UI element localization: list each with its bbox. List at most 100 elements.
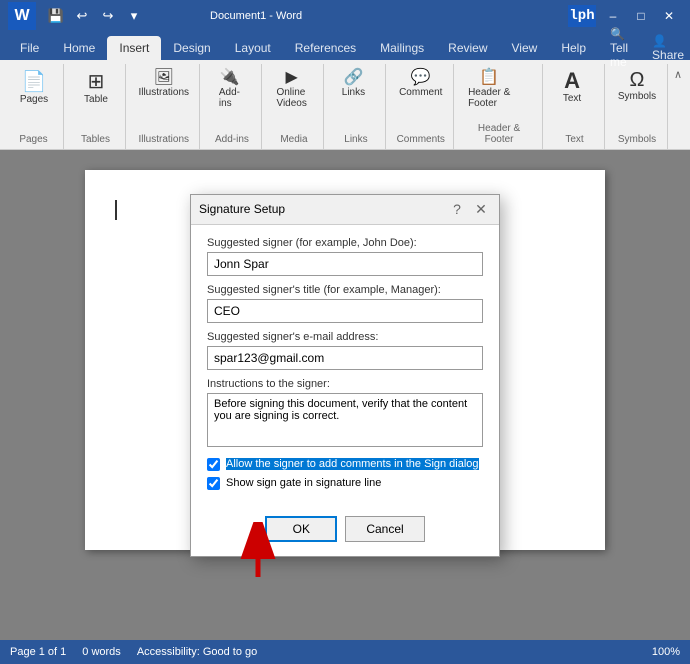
ribbon-group-header-footer-items: 📋 Header &Footer bbox=[464, 64, 534, 121]
ribbon-group-text-items: A Text bbox=[553, 64, 596, 132]
tab-help[interactable]: Help bbox=[549, 36, 598, 60]
customize-qat-icon[interactable]: ▾ bbox=[124, 6, 144, 26]
pages-button[interactable]: 📄 Pages bbox=[12, 68, 56, 109]
text-icon: A bbox=[564, 70, 580, 92]
online-videos-button[interactable]: ▶ OnlineVideos bbox=[272, 68, 310, 111]
ribbon-group-comments: 💬 Comment Comments bbox=[388, 64, 454, 149]
links-icon: 🔗 bbox=[343, 70, 363, 86]
ribbon-group-media: ▶ OnlineVideos Media bbox=[264, 64, 324, 149]
status-bar: Page 1 of 1 0 words Accessibility: Good … bbox=[0, 640, 690, 664]
minimize-button[interactable]: – bbox=[600, 6, 626, 26]
text-group-label: Text bbox=[553, 132, 596, 145]
undo-qat-icon[interactable]: ↩ bbox=[72, 6, 92, 26]
allow-comments-highlight-text: Allow the signer to add comments in the … bbox=[226, 458, 479, 470]
ribbon-group-illustrations-items: 🖼 Illustrations bbox=[136, 64, 191, 132]
email-field-group: Suggested signer's e-mail address: bbox=[207, 331, 483, 370]
ribbon-group-text: A Text Text bbox=[545, 64, 605, 149]
title-bar: W 💾 ↩ ↪ ▾ Document1 - Word lph – □ ✕ bbox=[0, 0, 690, 32]
signature-setup-dialog: Signature Setup ? ✕ Suggested signer (fo… bbox=[190, 194, 500, 557]
signer-field-group: Suggested signer (for example, John Doe)… bbox=[207, 237, 483, 276]
maximize-button[interactable]: □ bbox=[628, 6, 654, 26]
links-button[interactable]: 🔗 Links bbox=[334, 68, 372, 100]
zoom-level: 100% bbox=[652, 646, 680, 658]
allow-comments-label: Allow the signer to add comments in the … bbox=[226, 458, 479, 470]
tab-file[interactable]: File bbox=[8, 36, 51, 60]
comments-group-label: Comments bbox=[396, 132, 445, 145]
window-controls: – □ ✕ bbox=[600, 6, 682, 26]
dialog-close-button[interactable]: ✕ bbox=[471, 199, 491, 219]
accessibility-status: Accessibility: Good to go bbox=[137, 646, 257, 658]
title-bar-left: W 💾 ↩ ↪ ▾ Document1 - Word bbox=[8, 2, 302, 30]
ribbon-group-links: 🔗 Links Links bbox=[326, 64, 386, 149]
illustrations-label: Illustrations bbox=[138, 87, 189, 98]
redo-qat-icon[interactable]: ↪ bbox=[98, 6, 118, 26]
comment-button[interactable]: 💬 Comment bbox=[396, 68, 445, 100]
title-input[interactable] bbox=[207, 299, 483, 323]
table-button[interactable]: ⊞ Table bbox=[74, 68, 118, 109]
word-logo: W bbox=[8, 2, 36, 30]
tab-view[interactable]: View bbox=[500, 36, 550, 60]
page-info: Page 1 of 1 bbox=[10, 646, 66, 658]
instructions-field-group: Instructions to the signer: Before signi… bbox=[207, 378, 483, 450]
online-videos-label: OnlineVideos bbox=[276, 87, 306, 109]
ribbon-group-tables: ⊞ Table Tables bbox=[66, 64, 126, 149]
addins-icon: 🔌 bbox=[219, 70, 239, 86]
addins-button[interactable]: 🔌 Add-ins bbox=[210, 68, 248, 111]
tab-tell-me[interactable]: 🔍 Tell me bbox=[598, 36, 640, 60]
ribbon-group-pages: 📄 Pages Pages bbox=[4, 64, 64, 149]
dialog-help-button[interactable]: ? bbox=[447, 199, 467, 219]
instructions-label: Instructions to the signer: bbox=[207, 378, 483, 390]
header-footer-button[interactable]: 📋 Header &Footer bbox=[464, 68, 514, 111]
email-input[interactable] bbox=[207, 346, 483, 370]
tab-layout[interactable]: Layout bbox=[223, 36, 283, 60]
ribbon-group-addins-items: 🔌 Add-ins bbox=[210, 64, 253, 132]
signer-label: Suggested signer (for example, John Doe)… bbox=[207, 237, 483, 249]
document-area: Signature Setup ? ✕ Suggested signer (fo… bbox=[0, 150, 690, 640]
show-sign-gate-checkbox[interactable] bbox=[207, 477, 220, 490]
illustrations-group-label: Illustrations bbox=[136, 132, 191, 145]
symbols-button[interactable]: Ω Symbols bbox=[615, 68, 659, 104]
symbols-icon: Ω bbox=[630, 70, 645, 90]
iph-badge: lph bbox=[568, 5, 596, 27]
tab-share[interactable]: 👤 Share bbox=[640, 36, 690, 60]
dialog-title-controls: ? ✕ bbox=[447, 199, 491, 219]
symbols-group-label: Symbols bbox=[615, 132, 659, 145]
checkbox-show-sign-gate-row: Show sign gate in signature line bbox=[207, 477, 483, 490]
pages-group-label: Pages bbox=[12, 132, 55, 145]
text-button[interactable]: A Text bbox=[553, 68, 591, 106]
tab-insert[interactable]: Insert bbox=[107, 36, 161, 60]
ribbon-collapse-icon[interactable]: ∧ bbox=[670, 64, 686, 149]
online-videos-icon: ▶ bbox=[286, 70, 298, 86]
ribbon-group-symbols-items: Ω Symbols bbox=[615, 64, 659, 132]
title-label: Suggested signer's title (for example, M… bbox=[207, 284, 483, 296]
title-field-group: Suggested signer's title (for example, M… bbox=[207, 284, 483, 323]
instructions-textarea[interactable]: Before signing this document, verify tha… bbox=[207, 393, 483, 447]
checkbox-allow-comments-row: Allow the signer to add comments in the … bbox=[207, 458, 483, 471]
ribbon-group-pages-items: 📄 Pages bbox=[12, 64, 55, 132]
table-label: Table bbox=[84, 94, 108, 105]
tables-group-label: Tables bbox=[74, 132, 117, 145]
media-group-label: Media bbox=[272, 132, 315, 145]
tab-home[interactable]: Home bbox=[51, 36, 107, 60]
save-qat-icon[interactable]: 💾 bbox=[46, 6, 66, 26]
dialog-content: Suggested signer (for example, John Doe)… bbox=[191, 225, 499, 508]
ok-button[interactable]: OK bbox=[265, 516, 337, 542]
addins-group-label: Add-ins bbox=[210, 132, 253, 145]
close-button[interactable]: ✕ bbox=[656, 6, 682, 26]
tab-references[interactable]: References bbox=[283, 36, 368, 60]
tab-review[interactable]: Review bbox=[436, 36, 499, 60]
tab-mailings[interactable]: Mailings bbox=[368, 36, 436, 60]
tab-design[interactable]: Design bbox=[161, 36, 222, 60]
ribbon-group-media-items: ▶ OnlineVideos bbox=[272, 64, 315, 132]
illustrations-button[interactable]: 🖼 Illustrations bbox=[136, 68, 191, 100]
header-footer-group-label: Header & Footer bbox=[464, 121, 534, 145]
links-group-label: Links bbox=[334, 132, 377, 145]
ribbon-group-header-footer: 📋 Header &Footer Header & Footer bbox=[456, 64, 543, 149]
signer-input[interactable] bbox=[207, 252, 483, 276]
cancel-button[interactable]: Cancel bbox=[345, 516, 424, 542]
header-footer-label: Header &Footer bbox=[468, 87, 510, 109]
allow-comments-checkbox[interactable] bbox=[207, 458, 220, 471]
text-label: Text bbox=[563, 93, 581, 104]
ribbon-tabs: File Home Insert Design Layout Reference… bbox=[0, 32, 690, 60]
ribbon-group-tables-items: ⊞ Table bbox=[74, 64, 117, 132]
